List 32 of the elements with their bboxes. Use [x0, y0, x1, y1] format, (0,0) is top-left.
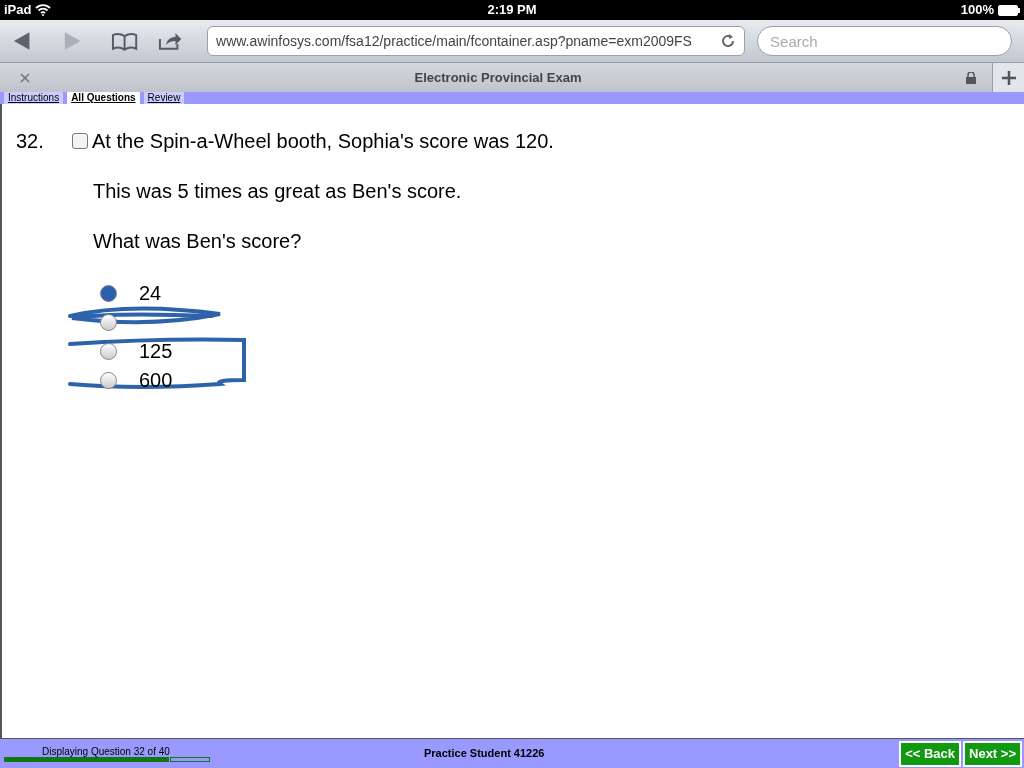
clock-time: 2:19 PM	[487, 1, 537, 20]
question-number: 32.	[16, 129, 45, 154]
wifi-icon	[35, 4, 52, 16]
bookmarks-book-icon[interactable]	[110, 31, 138, 51]
radio-button[interactable]	[100, 371, 117, 389]
exam-tab[interactable]: Review	[143, 92, 185, 104]
question-text: What was Ben's score?	[93, 229, 303, 254]
progress-text: Displaying Question 32 of 40	[42, 745, 171, 757]
question-text: This was 5 times as great as Ben's score.	[93, 179, 463, 204]
battery-percent: 100%	[960, 1, 994, 20]
tab-title: Electronic Provincial Exam	[413, 68, 583, 87]
flag-checkbox[interactable]	[72, 133, 88, 149]
exam-tab[interactable]: All Questions	[67, 92, 140, 104]
nav-button[interactable]: << Back	[899, 740, 961, 767]
battery-icon	[998, 4, 1020, 16]
url-field[interactable]: www.awinfosys.com/fsa12/practice/main/fcontainer.asp?pname=exm2009FS	[207, 26, 746, 56]
question-text: At the Spin-a-Wheel booth, Sophia's score was 120.	[92, 129, 554, 154]
answer-option: 125	[139, 341, 173, 361]
exam-tab[interactable]: Instructions	[4, 92, 64, 104]
share-icon[interactable]	[157, 31, 184, 51]
search-field[interactable]: Search	[757, 26, 1012, 56]
reload-icon[interactable]	[720, 33, 737, 49]
radio-button[interactable]	[100, 284, 117, 302]
answer-option: 24	[139, 283, 162, 303]
student-name: Practice Student 41226	[424, 746, 546, 762]
close-icon[interactable]	[20, 72, 30, 83]
plus-icon	[1001, 70, 1016, 85]
browser-tab[interactable]: Electronic Provincial Exam	[0, 62, 1024, 92]
device-name: iPad	[4, 1, 32, 20]
lock-icon	[966, 71, 976, 84]
nav-button[interactable]: Next >>	[963, 740, 1022, 767]
new-tab-button[interactable]	[992, 62, 1024, 93]
